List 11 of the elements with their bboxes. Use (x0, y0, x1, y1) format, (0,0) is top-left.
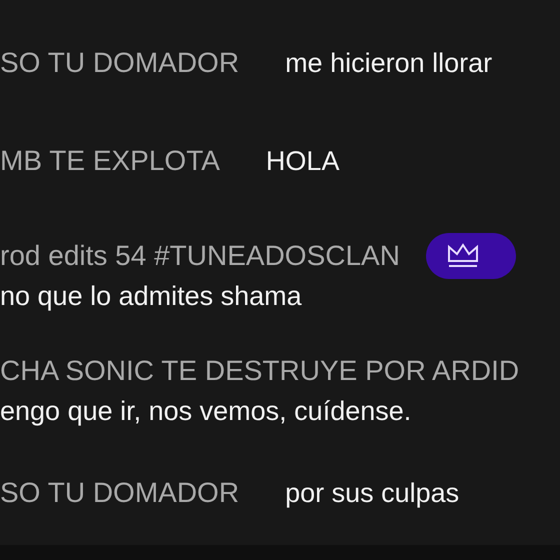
author-name: CHA SONIC TE DESTRUYE POR ARDID (0, 354, 520, 388)
crown-icon (446, 242, 480, 270)
author-name: MB TE EXPLOTA (0, 144, 220, 178)
message-text: engo que ir, nos vemos, cuídense. (0, 395, 412, 428)
message-text: por sus culpas (285, 477, 460, 510)
author-name: rod edits 54 #TUNEADOSCLAN (0, 239, 400, 273)
message-text: me hicieron llorar (285, 47, 492, 80)
author-name: SO TU DOMADOR (0, 46, 240, 80)
message-text: no que lo admites shama (0, 280, 303, 313)
author-name: SO TU DOMADOR (0, 476, 240, 510)
message-text: HOLA (266, 145, 340, 178)
